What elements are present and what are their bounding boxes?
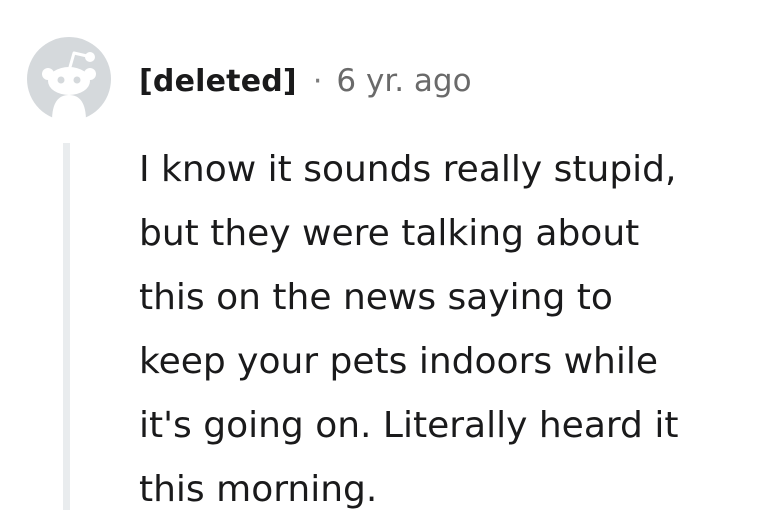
comment-body-line: this morning.: [139, 469, 378, 510]
comment-body-line: it's going on. Literally heard it: [139, 405, 679, 446]
comment-meta: [deleted] · 6 yr. ago: [139, 58, 472, 104]
author-name[interactable]: [deleted]: [139, 64, 297, 99]
comment-timestamp[interactable]: 6 yr. ago: [336, 63, 471, 99]
user-avatar[interactable]: [27, 37, 111, 121]
default-snoo-avatar-icon: [27, 37, 111, 121]
thread-collapse-line[interactable]: [63, 143, 70, 510]
comment-body-line: keep your pets indoors while: [139, 341, 658, 382]
comment: [deleted] · 6 yr. ago I know it sounds r…: [0, 0, 761, 510]
comment-body-line: but they were talking about: [139, 213, 640, 254]
meta-separator: ·: [312, 63, 323, 99]
comment-body: I know it sounds really stupid, but they…: [139, 138, 749, 522]
comment-body-line: this on the news saying to: [139, 277, 613, 318]
comment-body-line: I know it sounds really stupid,: [139, 149, 677, 190]
